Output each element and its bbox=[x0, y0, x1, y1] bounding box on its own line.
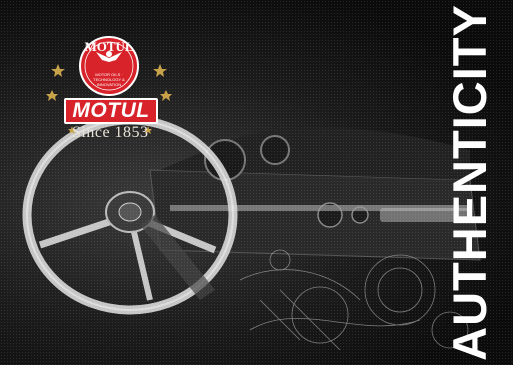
brand-plaque: MOTUL bbox=[64, 98, 158, 124]
roundel-subtext: MOTOR OILS · TECHNOLOGY & INNOVATION bbox=[93, 72, 125, 87]
headline-container: AUTHENTICITY bbox=[429, 0, 509, 365]
poster: MOTUL MOTOR OILS · TECHNOLOGY & INNOVATI… bbox=[0, 0, 513, 365]
headline: AUTHENTICITY bbox=[442, 4, 496, 361]
roundel-brand-text: MOTUL bbox=[84, 39, 134, 54]
tagline: Since 1853 bbox=[72, 124, 149, 141]
